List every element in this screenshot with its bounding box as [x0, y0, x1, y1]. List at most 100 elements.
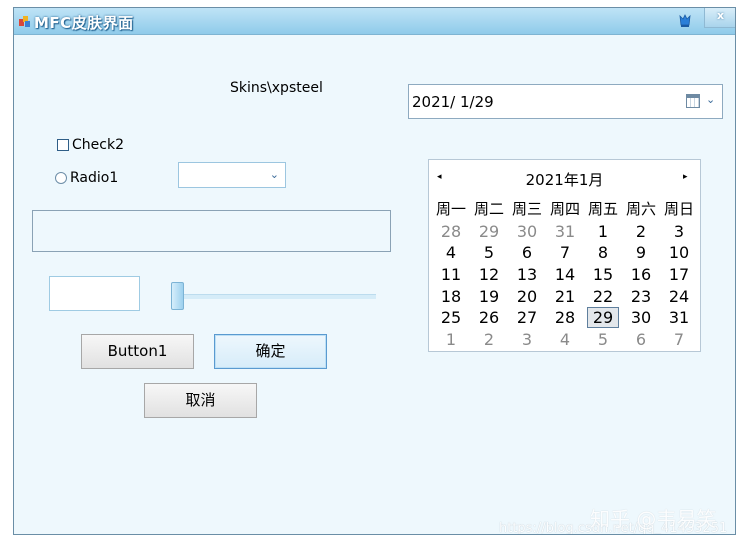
calendar-day[interactable]: 2 — [622, 221, 660, 243]
title-bar[interactable]: MFC皮肤界面 x — [14, 8, 735, 35]
calendar-day[interactable]: 14 — [546, 264, 584, 286]
chevron-down-icon[interactable]: ⌄ — [270, 168, 279, 181]
calendar-week: 25 26 27 28 29 30 31 — [432, 307, 698, 329]
calendar-day-number: 5 — [483, 243, 495, 263]
calendar-day[interactable]: 28 — [432, 221, 470, 243]
calendar-title[interactable]: 2021年1月 — [429, 169, 700, 190]
calendar-day[interactable]: 4 — [432, 242, 470, 264]
calendar-day[interactable]: 3 — [660, 221, 698, 243]
radio1-button[interactable]: Radio1 — [55, 170, 118, 186]
weekday-label: 周三 — [511, 200, 542, 218]
app-icon — [19, 16, 30, 27]
radio1-label: Radio1 — [70, 170, 119, 186]
calendar-day-number: 1 — [597, 221, 609, 241]
calendar-day-number: 3 — [521, 330, 533, 350]
text-input[interactable] — [49, 276, 140, 311]
radio-circle[interactable] — [55, 172, 67, 184]
calendar-day[interactable]: 30 — [622, 307, 660, 329]
calendar-day[interactable]: 1 — [432, 329, 470, 351]
slider-track[interactable] — [171, 294, 376, 299]
calendar-day[interactable]: 24 — [660, 286, 698, 308]
check2-checkbox[interactable]: Check2 — [57, 137, 124, 153]
calendar-day[interactable]: 6 — [622, 329, 660, 351]
calendar-day-number: 8 — [597, 243, 609, 263]
calendar-day[interactable]: 11 — [432, 264, 470, 286]
calendar-day-number: 3 — [673, 221, 685, 241]
calendar-day[interactable]: 22 — [584, 286, 622, 308]
calendar-day[interactable]: 6 — [508, 242, 546, 264]
calendar-day-number: 1 — [445, 330, 457, 350]
close-button[interactable]: x — [704, 8, 735, 28]
main-window: MFC皮肤界面 x Skins\xpsteel 2021/ 1/29 ⌄ Che… — [13, 7, 736, 535]
calendar-day[interactable]: 3 — [508, 329, 546, 351]
calendar-day-number: 31 — [668, 308, 690, 328]
slider-thumb[interactable] — [171, 282, 184, 310]
calendar-day[interactable]: 29 — [470, 221, 508, 243]
month-calendar[interactable]: ◂ 2021年1月 ▸ 周一 周二 周三 周四 周五 周六 周日 28 29 30 3… — [428, 159, 701, 352]
calendar-day-selected[interactable]: 29 — [584, 307, 622, 329]
calendar-day-number: 14 — [554, 265, 576, 285]
calendar-day[interactable]: 13 — [508, 264, 546, 286]
cancel-button[interactable]: 取消 — [144, 383, 257, 418]
weekday-label: 周四 — [549, 200, 580, 218]
calendar-day-number: 2 — [483, 330, 495, 350]
calendar-day[interactable]: 7 — [546, 242, 584, 264]
calendar-day-number: 21 — [554, 286, 576, 306]
calendar-day[interactable]: 7 — [660, 329, 698, 351]
calendar-day[interactable]: 12 — [470, 264, 508, 286]
calendar-day[interactable]: 2 — [470, 329, 508, 351]
checkbox-box[interactable] — [57, 139, 69, 151]
watermark-zh: 知乎 @韦易笑 — [590, 507, 717, 531]
window-title: MFC皮肤界面 — [34, 14, 134, 32]
calendar-day[interactable]: 19 — [470, 286, 508, 308]
calendar-day[interactable]: 23 — [622, 286, 660, 308]
weekday-header: 周一 周二 周三 周四 周五 周六 周日 — [432, 199, 698, 221]
calendar-day-number: 19 — [478, 286, 500, 306]
calendar-day[interactable]: 1 — [584, 221, 622, 243]
calendar-day[interactable]: 10 — [660, 242, 698, 264]
calendar-day[interactable]: 8 — [584, 242, 622, 264]
calendar-day[interactable]: 5 — [584, 329, 622, 351]
button1[interactable]: Button1 — [81, 334, 194, 369]
calendar-day[interactable]: 17 — [660, 264, 698, 286]
calendar-day[interactable]: 25 — [432, 307, 470, 329]
calendar-day[interactable]: 30 — [508, 221, 546, 243]
date-picker[interactable]: 2021/ 1/29 ⌄ — [408, 84, 723, 119]
calendar-grid: 周一 周二 周三 周四 周五 周六 周日 28 29 30 31 1 2 3 4 5 6 7 8 9 10… — [432, 199, 698, 351]
calendar-day-number: 20 — [516, 286, 538, 306]
calendar-day[interactable]: 27 — [508, 307, 546, 329]
calendar-week: 18 19 20 21 22 23 24 — [432, 286, 698, 308]
calendar-day-number: 11 — [440, 265, 462, 285]
weekday-label: 周六 — [625, 200, 656, 218]
calendar-day[interactable]: 31 — [546, 221, 584, 243]
calendar-day-number: 27 — [516, 308, 538, 328]
weekday-label: 周二 — [473, 200, 504, 218]
calendar-day[interactable]: 31 — [660, 307, 698, 329]
calendar-day-number: 17 — [668, 265, 690, 285]
group-box — [32, 210, 391, 252]
chevron-down-icon[interactable]: ⌄ — [706, 93, 715, 106]
calendar-day[interactable]: 28 — [546, 307, 584, 329]
calendar-weeks: 28 29 30 31 1 2 3 4 5 6 7 8 9 10 11 12 13 14 15 16 17 18 19 20 2… — [432, 221, 698, 351]
calendar-day-number: 2 — [635, 221, 647, 241]
calendar-day-number: 25 — [440, 308, 462, 328]
calendar-day[interactable]: 4 — [546, 329, 584, 351]
calendar-day-number: 9 — [635, 243, 647, 263]
calendar-day[interactable]: 15 — [584, 264, 622, 286]
skin-icon[interactable] — [677, 13, 693, 29]
next-month-icon[interactable]: ▸ — [683, 172, 688, 182]
ok-button[interactable]: 确定 — [214, 334, 327, 369]
calendar-day[interactable]: 20 — [508, 286, 546, 308]
calendar-day[interactable]: 26 — [470, 307, 508, 329]
calendar-day[interactable]: 5 — [470, 242, 508, 264]
calendar-day-number: 18 — [440, 286, 462, 306]
calendar-day[interactable]: 16 — [622, 264, 660, 286]
calendar-icon[interactable] — [686, 94, 700, 108]
calendar-week: 4 5 6 7 8 9 10 — [432, 242, 698, 264]
calendar-day[interactable]: 21 — [546, 286, 584, 308]
calendar-day-number: 16 — [630, 265, 652, 285]
calendar-day[interactable]: 9 — [622, 242, 660, 264]
calendar-day[interactable]: 18 — [432, 286, 470, 308]
combo-box[interactable]: ⌄ — [178, 162, 286, 188]
weekday-label: 周日 — [663, 200, 694, 218]
